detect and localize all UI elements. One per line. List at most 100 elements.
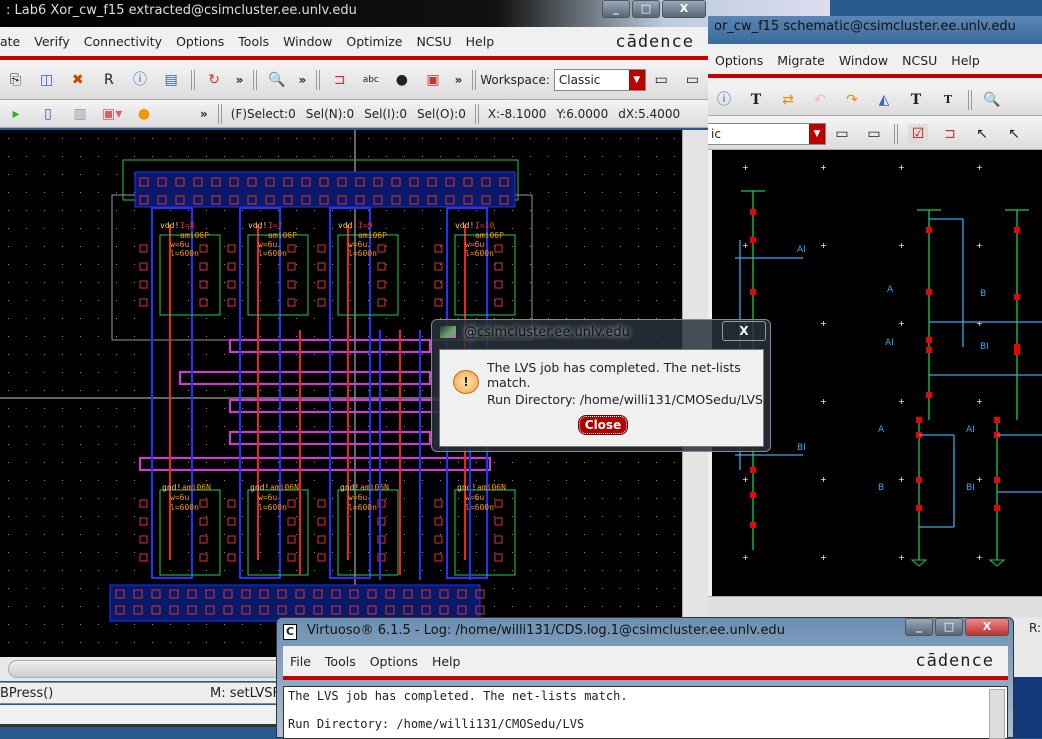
- text-edit-icon[interactable]: T: [746, 90, 766, 110]
- delete-workspace-icon[interactable]: ▭: [683, 70, 702, 90]
- workspace-label: Workspace:: [480, 72, 550, 87]
- align-icon[interactable]: ▤: [162, 70, 181, 90]
- grid-dot: [494, 210, 495, 211]
- grid-dot: [98, 156, 99, 157]
- grid-dot: [476, 300, 477, 301]
- grid-dot: [98, 138, 99, 139]
- delete-icon[interactable]: ✖: [68, 70, 87, 90]
- more-icon[interactable]: »: [236, 73, 244, 87]
- menu-tools[interactable]: Tools: [325, 654, 356, 669]
- edit-icon[interactable]: ▥: [70, 104, 90, 124]
- menu-window[interactable]: Window: [283, 34, 332, 49]
- info-icon[interactable]: ⓘ: [714, 90, 734, 110]
- text-smaller-icon[interactable]: T: [938, 90, 958, 110]
- text-larger-icon[interactable]: T: [906, 90, 926, 110]
- grid-dot: [8, 336, 9, 337]
- menu-options[interactable]: Options: [370, 654, 418, 669]
- save-workspace-icon[interactable]: ▭: [652, 70, 671, 90]
- grid-dot: [260, 462, 261, 463]
- undo-add-icon[interactable]: ↻: [205, 70, 224, 90]
- grid-dot: [80, 516, 81, 517]
- rename-icon[interactable]: R: [99, 70, 118, 90]
- rotate-icon[interactable]: ◭: [874, 90, 894, 110]
- menu-create[interactable]: ate: [0, 34, 20, 49]
- menu-connectivity[interactable]: Connectivity: [84, 34, 162, 49]
- grid-mark: +: [820, 241, 827, 250]
- menu-help[interactable]: Help: [466, 34, 495, 49]
- menu-help[interactable]: Help: [432, 654, 461, 669]
- log-text-area[interactable]: The LVS job has completed. The net-lists…: [283, 686, 1008, 739]
- grid-dot: [80, 480, 81, 481]
- create-pin-icon[interactable]: ⊐: [330, 70, 349, 90]
- grid-dot: [116, 354, 117, 355]
- grid-dot: [242, 552, 243, 553]
- minimize-button[interactable]: _: [602, 0, 630, 18]
- grid-dot: [26, 246, 27, 247]
- select-icon[interactable]: ▣: [423, 70, 442, 90]
- close-button[interactable]: X: [662, 0, 706, 18]
- menu-tools[interactable]: Tools: [238, 34, 269, 49]
- stretch-icon[interactable]: ◫: [37, 70, 56, 90]
- workspace-select[interactable]: ic ▼: [708, 122, 826, 145]
- menu-file[interactable]: File: [290, 654, 311, 669]
- grid-dot: [368, 498, 369, 499]
- more-icon[interactable]: »: [455, 73, 463, 87]
- minimize-button[interactable]: _: [905, 618, 933, 636]
- grid-dot: [584, 210, 585, 211]
- label-icon[interactable]: abc: [361, 70, 380, 90]
- width-label: w=6u: [348, 240, 367, 249]
- pin-select-icon[interactable]: ⊐: [940, 124, 960, 144]
- grid-dot: [242, 246, 243, 247]
- grid-dot: [188, 354, 189, 355]
- wire-select-icon[interactable]: ↖: [972, 124, 992, 144]
- menu-ncsu[interactable]: NCSU: [902, 53, 937, 68]
- grid-dot: [314, 480, 315, 481]
- workspace-select[interactable]: Classic ▼: [553, 68, 646, 91]
- grid-mark: +: [898, 397, 905, 406]
- delete-workspace-icon[interactable]: ▭: [864, 124, 884, 144]
- maximize-button[interactable]: □: [935, 618, 963, 636]
- grid-dot: [170, 138, 171, 139]
- grid-dot: [404, 210, 405, 211]
- chevron-down-icon: ▼: [809, 123, 825, 144]
- copy-icon[interactable]: ⎘: [6, 70, 25, 90]
- more-icon[interactable]: »: [298, 73, 306, 87]
- menu-options[interactable]: Options: [176, 34, 224, 49]
- dialog-close-x[interactable]: X: [722, 321, 766, 341]
- inst-select-icon[interactable]: ↖: [1004, 124, 1024, 144]
- grid-dot: [8, 498, 9, 499]
- menu-help[interactable]: Help: [951, 53, 980, 68]
- grid-dot: [584, 156, 585, 157]
- undo-icon[interactable]: ↶: [810, 90, 830, 110]
- save-workspace-icon[interactable]: ▭: [832, 124, 852, 144]
- menu-migrate[interactable]: Migrate: [777, 53, 825, 68]
- via-icon[interactable]: ●: [392, 70, 411, 90]
- grid-dot: [368, 210, 369, 211]
- close-button[interactable]: X: [965, 618, 1009, 636]
- replace-icon[interactable]: ⇄: [778, 90, 798, 110]
- bulb-icon[interactable]: ●: [134, 104, 154, 124]
- redo-icon[interactable]: ↷: [842, 90, 862, 110]
- menu-options[interactable]: Options: [715, 53, 763, 68]
- ruler-icon[interactable]: ▯: [38, 104, 58, 124]
- log-scrollbar[interactable]: [989, 689, 1005, 739]
- grid-dot: [512, 228, 513, 229]
- grid-dot: [620, 264, 621, 265]
- menu-verify[interactable]: Verify: [34, 34, 69, 49]
- fill-icon[interactable]: ▣▾: [102, 104, 122, 124]
- grid-dot: [8, 174, 9, 175]
- layer-icon[interactable]: ▸: [6, 104, 26, 124]
- zoom-icon[interactable]: 🔍: [267, 70, 286, 90]
- grid-dot: [278, 408, 279, 409]
- menu-ncsu[interactable]: NCSU: [416, 34, 451, 49]
- check-select-icon[interactable]: ☑: [908, 123, 928, 144]
- menu-window[interactable]: Window: [839, 53, 888, 68]
- menu-optimize[interactable]: Optimize: [346, 34, 402, 49]
- info-icon[interactable]: ⓘ: [130, 70, 149, 90]
- maximize-button[interactable]: □: [632, 0, 660, 18]
- more-icon[interactable]: »: [200, 107, 208, 121]
- grid-dot: [350, 390, 351, 391]
- grid-dot: [476, 264, 477, 265]
- zoom-icon[interactable]: 🔍: [982, 90, 1002, 110]
- close-button[interactable]: Close: [578, 415, 628, 435]
